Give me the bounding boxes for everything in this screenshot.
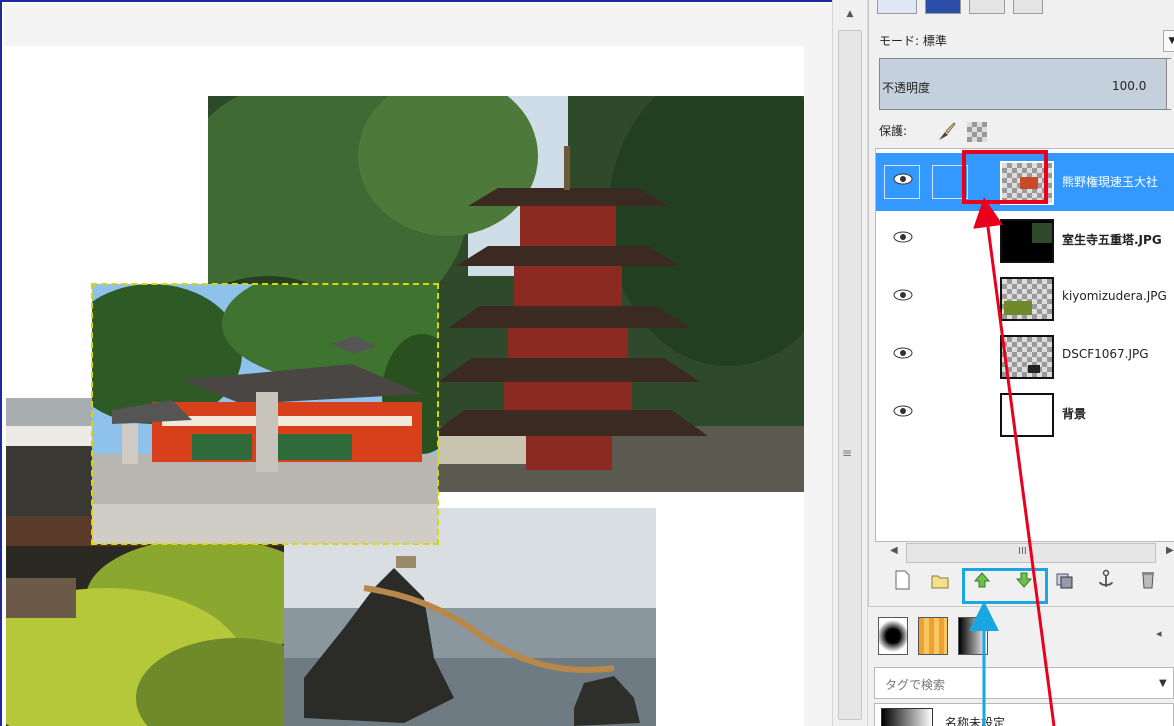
highlight-box-red (962, 150, 1048, 204)
lock-row: 保護: (879, 118, 1169, 144)
layer-thumbnail (1000, 277, 1054, 321)
gradient-swatch (881, 708, 933, 726)
delete-layer-icon[interactable] (1137, 568, 1159, 592)
lock-label: 保護: (879, 124, 908, 138)
eye-icon[interactable] (892, 172, 914, 186)
tab-undo[interactable] (1013, 0, 1043, 14)
layer-row[interactable]: kiyomizudera.JPG (876, 269, 1174, 327)
hscroll-grip: III (1018, 546, 1027, 557)
opacity-spinner[interactable] (1166, 59, 1174, 109)
layers-list[interactable]: 熊野権現速玉大社 室生寺五重塔.JPG kiyomizudera.JPG DSC… (875, 148, 1174, 563)
layer-row[interactable]: DSCF1067.JPG (876, 327, 1174, 385)
opacity-label: 不透明度 (882, 81, 931, 95)
layer-name[interactable]: 背景 (1062, 405, 1086, 422)
scroll-thumb[interactable] (838, 30, 862, 720)
dock-tabs (869, 0, 1174, 20)
mode-label: モード: 標準 (879, 34, 947, 48)
lock-alpha-icon[interactable] (967, 122, 987, 142)
layer-name[interactable]: 熊野権現速玉大社 (1062, 173, 1158, 190)
layer-row[interactable]: 室生寺五重塔.JPG (876, 211, 1174, 269)
eye-icon[interactable] (892, 346, 914, 360)
scroll-grip-icon: ≡ (842, 446, 853, 460)
chevron-down-icon[interactable]: ▼ (1163, 30, 1174, 52)
layer-name[interactable]: 室生寺五重塔.JPG (1062, 231, 1162, 248)
layer-group-icon[interactable] (929, 568, 951, 592)
tab-gradient[interactable] (958, 617, 988, 655)
opacity-value[interactable]: 100.0 (1112, 79, 1146, 93)
brushes-dock: ◂ タグで検索 ▼ 名称未設定 (868, 606, 1174, 726)
lock-pixels-brush-icon[interactable] (935, 120, 957, 142)
dock-menu-icon[interactable]: ◂ (1156, 627, 1162, 640)
tab-paths[interactable] (969, 0, 1005, 14)
mode-selector[interactable]: モード: 標準 ▼ (873, 26, 1174, 54)
image-canvas[interactable] (0, 0, 832, 726)
tab-pattern[interactable] (918, 617, 948, 655)
tab-channels[interactable] (925, 0, 961, 14)
canvas-vertical-scrollbar[interactable]: ▲ ≡ (832, 0, 868, 726)
eye-icon[interactable] (892, 404, 914, 418)
duplicate-layer-icon[interactable] (1053, 568, 1075, 592)
hscroll-thumb[interactable] (906, 543, 1156, 563)
layers-horizontal-scrollbar[interactable]: ◀ III ▶ (890, 541, 1174, 567)
shrine-photo[interactable] (91, 283, 439, 545)
layer-name[interactable]: DSCF1067.JPG (1062, 347, 1149, 361)
gradient-name: 名称未設定 (945, 716, 1006, 726)
tag-search-input[interactable]: タグで検索 ▼ (874, 667, 1174, 699)
scroll-left-icon[interactable]: ◀ (890, 545, 898, 556)
eye-icon[interactable] (892, 230, 914, 244)
layer-thumbnail (1000, 393, 1054, 437)
tab-brush[interactable] (878, 617, 908, 655)
gradient-list-item[interactable]: 名称未設定 (874, 703, 1174, 726)
layer-name[interactable]: kiyomizudera.JPG (1062, 289, 1167, 303)
layer-row[interactable]: 背景 (876, 385, 1174, 443)
eye-icon[interactable] (892, 288, 914, 302)
scroll-up-icon[interactable]: ▲ (833, 4, 867, 24)
anchor-icon[interactable] (1095, 568, 1117, 592)
canvas-padding-right (804, 46, 832, 726)
chevron-down-icon[interactable]: ▼ (1159, 678, 1167, 689)
canvas-padding-top (4, 4, 832, 46)
layer-thumbnail (1000, 219, 1054, 263)
tab-layers[interactable] (877, 0, 917, 14)
highlight-box-cyan (962, 568, 1048, 604)
layer-thumbnail (1000, 335, 1054, 379)
tag-search-placeholder: タグで検索 (885, 678, 946, 692)
scroll-right-icon[interactable]: ▶ (1166, 545, 1174, 556)
opacity-slider[interactable]: 不透明度 100.0 (879, 58, 1174, 110)
new-layer-icon[interactable] (891, 568, 913, 592)
